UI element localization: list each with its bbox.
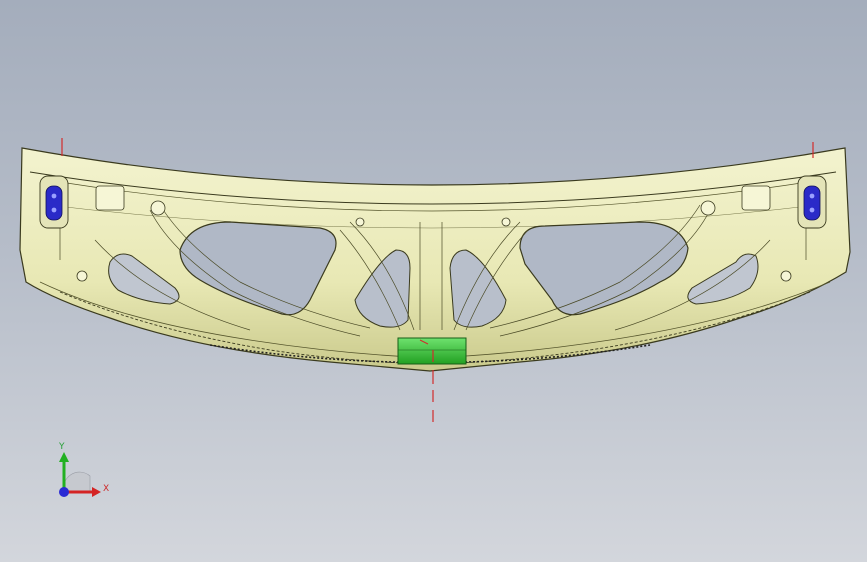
coordinate-triad[interactable]: X Y [44,440,114,510]
right-mount-hole[interactable] [797,175,827,229]
x-axis-label: X [103,484,110,494]
3d-model[interactable] [0,0,867,562]
y-axis-label: Y [59,442,65,452]
z-axis-dot [59,487,69,497]
selected-face[interactable] [397,337,467,365]
triad-graphic [59,452,101,497]
graphics-viewport[interactable]: X Y [0,0,867,562]
left-mount-hole[interactable] [39,175,69,229]
